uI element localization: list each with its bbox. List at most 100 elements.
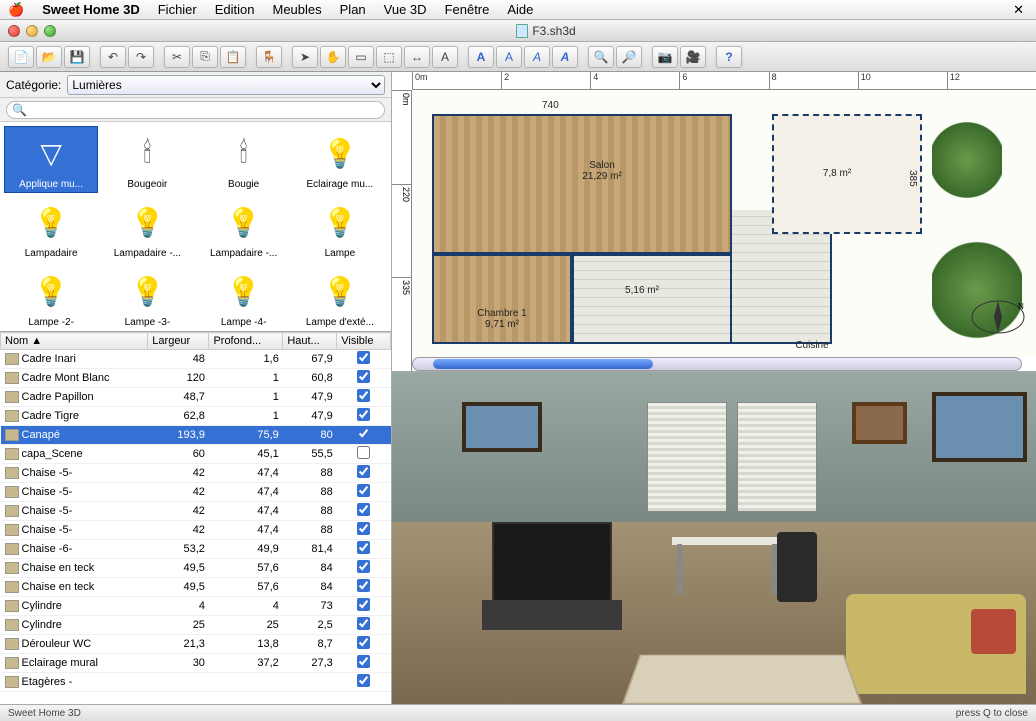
visible-checkbox[interactable] bbox=[357, 351, 370, 364]
visible-checkbox[interactable] bbox=[357, 370, 370, 383]
category-select[interactable]: Lumières bbox=[67, 75, 385, 95]
search-input[interactable] bbox=[6, 101, 385, 119]
new-button[interactable]: 📄 bbox=[8, 46, 34, 68]
table-row[interactable]: Chaise -5-4247,488 bbox=[1, 464, 391, 483]
table-row[interactable]: Chaise -5-4247,488 bbox=[1, 502, 391, 521]
visible-checkbox[interactable] bbox=[357, 465, 370, 478]
visible-checkbox[interactable] bbox=[357, 522, 370, 535]
menu-fichier[interactable]: Fichier bbox=[158, 2, 197, 17]
menu-aide[interactable]: Aide bbox=[507, 2, 533, 17]
visible-checkbox[interactable] bbox=[357, 389, 370, 402]
text-tool[interactable]: A bbox=[432, 46, 458, 68]
visible-checkbox[interactable] bbox=[357, 408, 370, 421]
catalog-item[interactable]: 💡 Lampadaire -... bbox=[197, 195, 291, 262]
text-style-3[interactable]: A bbox=[524, 46, 550, 68]
menu-fenetre[interactable]: Fenêtre bbox=[445, 2, 490, 17]
table-header[interactable]: Largeur bbox=[148, 333, 209, 350]
photo-button[interactable]: 📷 bbox=[652, 46, 678, 68]
window-zoom-icon[interactable] bbox=[44, 25, 56, 37]
select-tool[interactable]: ➤ bbox=[292, 46, 318, 68]
video-button[interactable]: 🎥 bbox=[680, 46, 706, 68]
catalog-item[interactable]: 💡Lampe -2- bbox=[4, 264, 98, 331]
catalog-item[interactable]: 🕯Bougeoir bbox=[100, 126, 194, 193]
table-header[interactable]: Haut... bbox=[283, 333, 337, 350]
visible-checkbox[interactable] bbox=[357, 655, 370, 668]
table-header[interactable]: Visible bbox=[337, 333, 391, 350]
furniture-table[interactable]: Nom ▲LargeurProfond...Haut...Visible Cad… bbox=[0, 332, 391, 704]
paste-button[interactable]: 📋 bbox=[220, 46, 246, 68]
table-row[interactable]: Chaise en teck49,557,684 bbox=[1, 578, 391, 597]
catalog-label: Lampadaire -... bbox=[200, 248, 288, 259]
table-row[interactable]: capa_Scene6045,155,5 bbox=[1, 445, 391, 464]
table-row[interactable]: Chaise -5-4247,488 bbox=[1, 483, 391, 502]
visible-checkbox[interactable] bbox=[357, 579, 370, 592]
pan-tool[interactable]: ✋ bbox=[320, 46, 346, 68]
text-style-2[interactable]: A bbox=[496, 46, 522, 68]
menu-plan[interactable]: Plan bbox=[340, 2, 366, 17]
table-row[interactable]: Eclairage mural3037,227,3 bbox=[1, 654, 391, 673]
visible-checkbox[interactable] bbox=[357, 484, 370, 497]
catalog-item[interactable]: 💡Lampe bbox=[293, 195, 387, 262]
visible-checkbox[interactable] bbox=[357, 427, 370, 440]
close-icon[interactable]: ✕ bbox=[1009, 2, 1028, 18]
table-row[interactable]: Cadre Papillon48,7147,9 bbox=[1, 388, 391, 407]
zoom-in-button[interactable]: 🔍 bbox=[588, 46, 614, 68]
copy-button[interactable]: ⎘ bbox=[192, 46, 218, 68]
catalog-item[interactable]: 💡Lampadaire bbox=[4, 195, 98, 262]
catalog-item[interactable]: 💡Lampe -4- bbox=[197, 264, 291, 331]
menu-meubles[interactable]: Meubles bbox=[273, 2, 322, 17]
visible-checkbox[interactable] bbox=[357, 636, 370, 649]
table-header[interactable]: Nom ▲ bbox=[1, 333, 148, 350]
table-row[interactable]: Canapé193,975,980 bbox=[1, 426, 391, 445]
table-row[interactable]: Chaise en teck49,557,684 bbox=[1, 559, 391, 578]
view-3d[interactable] bbox=[392, 372, 1036, 704]
catalog-item[interactable]: 💡Eclairage mu... bbox=[293, 126, 387, 193]
catalog-item[interactable]: 💡Lampe d'exté... bbox=[293, 264, 387, 331]
table-row[interactable]: Cadre Mont Blanc120160,8 bbox=[1, 369, 391, 388]
catalog-item[interactable]: 💡Lampadaire -... bbox=[100, 195, 194, 262]
open-button[interactable]: 📂 bbox=[36, 46, 62, 68]
visible-checkbox[interactable] bbox=[357, 541, 370, 554]
table-row[interactable]: Chaise -5-4247,488 bbox=[1, 521, 391, 540]
visible-checkbox[interactable] bbox=[357, 503, 370, 516]
window-close-icon[interactable] bbox=[8, 25, 20, 37]
table-row[interactable]: Cylindre4473 bbox=[1, 597, 391, 616]
redo-button[interactable]: ↷ bbox=[128, 46, 154, 68]
menu-app[interactable]: Sweet Home 3D bbox=[42, 2, 140, 17]
table-row[interactable]: Cylindre25252,5 bbox=[1, 616, 391, 635]
visible-checkbox[interactable] bbox=[357, 560, 370, 573]
table-header[interactable]: Profond... bbox=[209, 333, 283, 350]
visible-checkbox[interactable] bbox=[357, 617, 370, 630]
menu-edition[interactable]: Edition bbox=[215, 2, 255, 17]
plan-view[interactable]: 0m24681012 0m220335 740 385 Salon21,29 m… bbox=[392, 72, 1036, 372]
catalog-thumb-icon: 💡 bbox=[216, 198, 272, 246]
table-row[interactable]: Cadre Inari481,667,9 bbox=[1, 350, 391, 369]
plan-scrollbar-h[interactable] bbox=[412, 357, 1022, 371]
wall-tool[interactable]: ▭ bbox=[348, 46, 374, 68]
visible-checkbox[interactable] bbox=[357, 446, 370, 459]
help-button[interactable]: ? bbox=[716, 46, 742, 68]
room-tool[interactable]: ⬚ bbox=[376, 46, 402, 68]
window-minimize-icon[interactable] bbox=[26, 25, 38, 37]
catalog-item[interactable]: 💡Lampe -3- bbox=[100, 264, 194, 331]
menubar: 🍎 Sweet Home 3D Fichier Edition Meubles … bbox=[0, 0, 1036, 20]
table-row[interactable]: Chaise -6-53,249,981,4 bbox=[1, 540, 391, 559]
zoom-out-button[interactable]: 🔎 bbox=[616, 46, 642, 68]
table-row[interactable]: Cadre Tigre62,8147,9 bbox=[1, 407, 391, 426]
undo-button[interactable]: ↶ bbox=[100, 46, 126, 68]
cut-button[interactable]: ✂ bbox=[164, 46, 190, 68]
text-style-4[interactable]: A bbox=[552, 46, 578, 68]
visible-checkbox[interactable] bbox=[357, 674, 370, 687]
catalog-item[interactable]: ▽Applique mu... bbox=[4, 126, 98, 193]
dimension-tool[interactable]: ↔ bbox=[404, 46, 430, 68]
table-row[interactable]: Dérouleur WC21,313,88,7 bbox=[1, 635, 391, 654]
visible-checkbox[interactable] bbox=[357, 598, 370, 611]
add-furniture-button[interactable]: 🪑 bbox=[256, 46, 282, 68]
apple-icon[interactable]: 🍎 bbox=[8, 2, 24, 18]
menu-vue3d[interactable]: Vue 3D bbox=[384, 2, 427, 17]
plan-canvas[interactable]: 740 385 Salon21,29 m² Chambre 19,71 m² 5… bbox=[412, 90, 1036, 357]
text-style-1[interactable]: A bbox=[468, 46, 494, 68]
catalog-item[interactable]: 🕯Bougie bbox=[197, 126, 291, 193]
table-row[interactable]: Etagères - bbox=[1, 673, 391, 692]
save-button[interactable]: 💾 bbox=[64, 46, 90, 68]
